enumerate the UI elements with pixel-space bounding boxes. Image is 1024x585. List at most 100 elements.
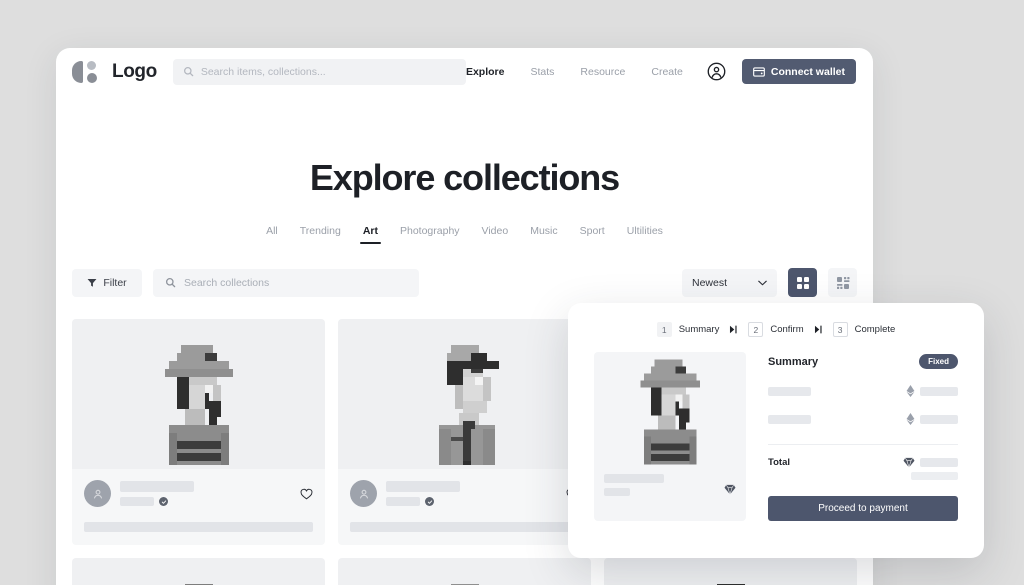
- summary-header: Summary Fixed: [768, 354, 958, 369]
- category-tab-all[interactable]: All: [266, 225, 278, 244]
- connect-wallet-label: Connect wallet: [770, 65, 845, 78]
- skeleton-description: [350, 522, 579, 532]
- pixel-avatar-hat-icon: [450, 584, 479, 585]
- category-tab-utilities[interactable]: Ultilities: [627, 225, 663, 244]
- collection-owner-row: [350, 480, 579, 507]
- item-preview-meta: [594, 468, 746, 496]
- collection-artwork: [338, 558, 591, 585]
- checkout-stepper: 1 Summary 2 Confirm 3 Complete: [594, 322, 958, 337]
- collection-artwork: [338, 319, 591, 469]
- skeleton-line-label: [768, 386, 811, 396]
- verified-badge-icon: [425, 497, 434, 506]
- order-summary: Summary Fixed Total Proceed to payment: [768, 352, 958, 521]
- proceed-to-payment-button[interactable]: Proceed to payment: [768, 496, 958, 521]
- collection-card[interactable]: [338, 558, 591, 585]
- category-tab-sport[interactable]: Sport: [580, 225, 605, 244]
- global-search-input[interactable]: Search items, collections...: [172, 58, 466, 85]
- summary-line-value: [906, 413, 958, 425]
- chevron-down-icon: [758, 280, 767, 285]
- category-tab-photography[interactable]: Photography: [400, 225, 460, 244]
- sort-value: Newest: [692, 276, 728, 289]
- skeleton-title: [120, 481, 194, 492]
- filter-label: Filter: [103, 276, 127, 289]
- collection-card-meta: [72, 469, 325, 545]
- screen-root: Logo Search items, collections... Explor…: [0, 0, 1024, 585]
- step-confirm[interactable]: 2 Confirm: [748, 322, 804, 337]
- logo-mark-icon: [72, 60, 105, 83]
- pixel-avatar-cap-tie-icon: [438, 345, 499, 465]
- item-preview-artwork: [594, 352, 746, 468]
- logo-text: Logo: [112, 60, 157, 82]
- collection-card[interactable]: [338, 319, 591, 545]
- collection-card-meta: [338, 469, 591, 545]
- item-preview: [594, 352, 746, 521]
- grid-2x2-icon: [796, 276, 809, 289]
- collections-toolbar: Filter Search collections Newest: [72, 268, 857, 297]
- step-number: 3: [832, 322, 848, 337]
- step-number: 2: [748, 322, 764, 337]
- filter-button[interactable]: Filter: [72, 268, 142, 297]
- pixel-avatar-hat-icon: [184, 584, 213, 585]
- skeleton-line-label: [768, 414, 811, 424]
- collection-card[interactable]: [72, 558, 325, 585]
- pixel-avatar-hat-icon: [164, 345, 233, 465]
- primary-nav: Explore Stats Resource Create: [466, 66, 683, 78]
- total-values: [903, 457, 958, 480]
- search-icon: [165, 277, 176, 288]
- summary-divider: [768, 444, 958, 445]
- collection-name-placeholders: [120, 481, 194, 506]
- nav-item-stats[interactable]: Stats: [530, 66, 554, 78]
- checkout-modal: 1 Summary 2 Confirm 3 Complete Summary F…: [568, 303, 984, 558]
- skeleton-total-fiat: [911, 472, 958, 480]
- verified-badge-icon: [159, 497, 168, 506]
- category-tab-video[interactable]: Video: [482, 225, 509, 244]
- nav-item-resource[interactable]: Resource: [580, 66, 625, 78]
- skeleton-item-title: [604, 474, 664, 483]
- global-search-placeholder: Search items, collections...: [200, 65, 326, 78]
- nav-item-explore[interactable]: Explore: [466, 66, 505, 78]
- person-icon: [359, 489, 368, 498]
- skeleton-total-amount: [920, 458, 958, 467]
- summary-total-row: Total: [768, 457, 958, 480]
- nav-item-create[interactable]: Create: [651, 66, 683, 78]
- skeleton-title: [386, 481, 460, 492]
- eth-icon: [906, 413, 915, 425]
- user-circle-icon[interactable]: [707, 62, 726, 81]
- collections-search-input[interactable]: Search collections: [153, 268, 419, 297]
- category-tab-music[interactable]: Music: [530, 225, 557, 244]
- category-tab-art[interactable]: Art: [359, 225, 382, 244]
- view-toggle-list-button[interactable]: [828, 268, 857, 297]
- collection-artwork: [72, 558, 325, 585]
- step-label: Summary: [678, 324, 720, 335]
- diamond-icon: [724, 484, 736, 495]
- step-complete[interactable]: 3 Complete: [832, 322, 896, 337]
- collection-card[interactable]: [72, 319, 325, 545]
- sort-dropdown[interactable]: Newest: [682, 268, 777, 297]
- page-title: Explore collections: [309, 157, 620, 198]
- summary-line-item: [768, 385, 958, 397]
- pixel-avatar-hat-icon: [640, 359, 700, 465]
- step-arrow-icon: [813, 324, 824, 335]
- avatar: [350, 480, 377, 507]
- funnel-icon: [87, 278, 97, 287]
- connect-wallet-button[interactable]: Connect wallet: [741, 59, 856, 84]
- person-icon: [93, 489, 102, 498]
- grid-mixed-icon: [836, 276, 849, 289]
- step-label: Complete: [854, 324, 896, 335]
- collections-search-placeholder: Search collections: [184, 276, 270, 289]
- step-summary[interactable]: 1 Summary: [656, 322, 720, 337]
- checkout-body: Summary Fixed Total Proceed to payment: [594, 352, 958, 521]
- diamond-icon: [903, 457, 915, 468]
- summary-line-value: [906, 385, 958, 397]
- favorite-heart-icon[interactable]: [300, 488, 313, 500]
- top-navigation-bar: Logo Search items, collections... Explor…: [56, 48, 873, 95]
- collection-artwork: [604, 558, 857, 585]
- brand-logo[interactable]: Logo: [72, 60, 157, 83]
- view-toggle-grid-button[interactable]: [788, 268, 817, 297]
- skeleton-line-amount: [920, 414, 958, 424]
- step-number: 1: [656, 322, 672, 337]
- eth-icon: [906, 385, 915, 397]
- wallet-icon: [753, 66, 765, 77]
- collection-card[interactable]: [604, 558, 857, 585]
- category-tab-trending[interactable]: Trending: [300, 225, 341, 244]
